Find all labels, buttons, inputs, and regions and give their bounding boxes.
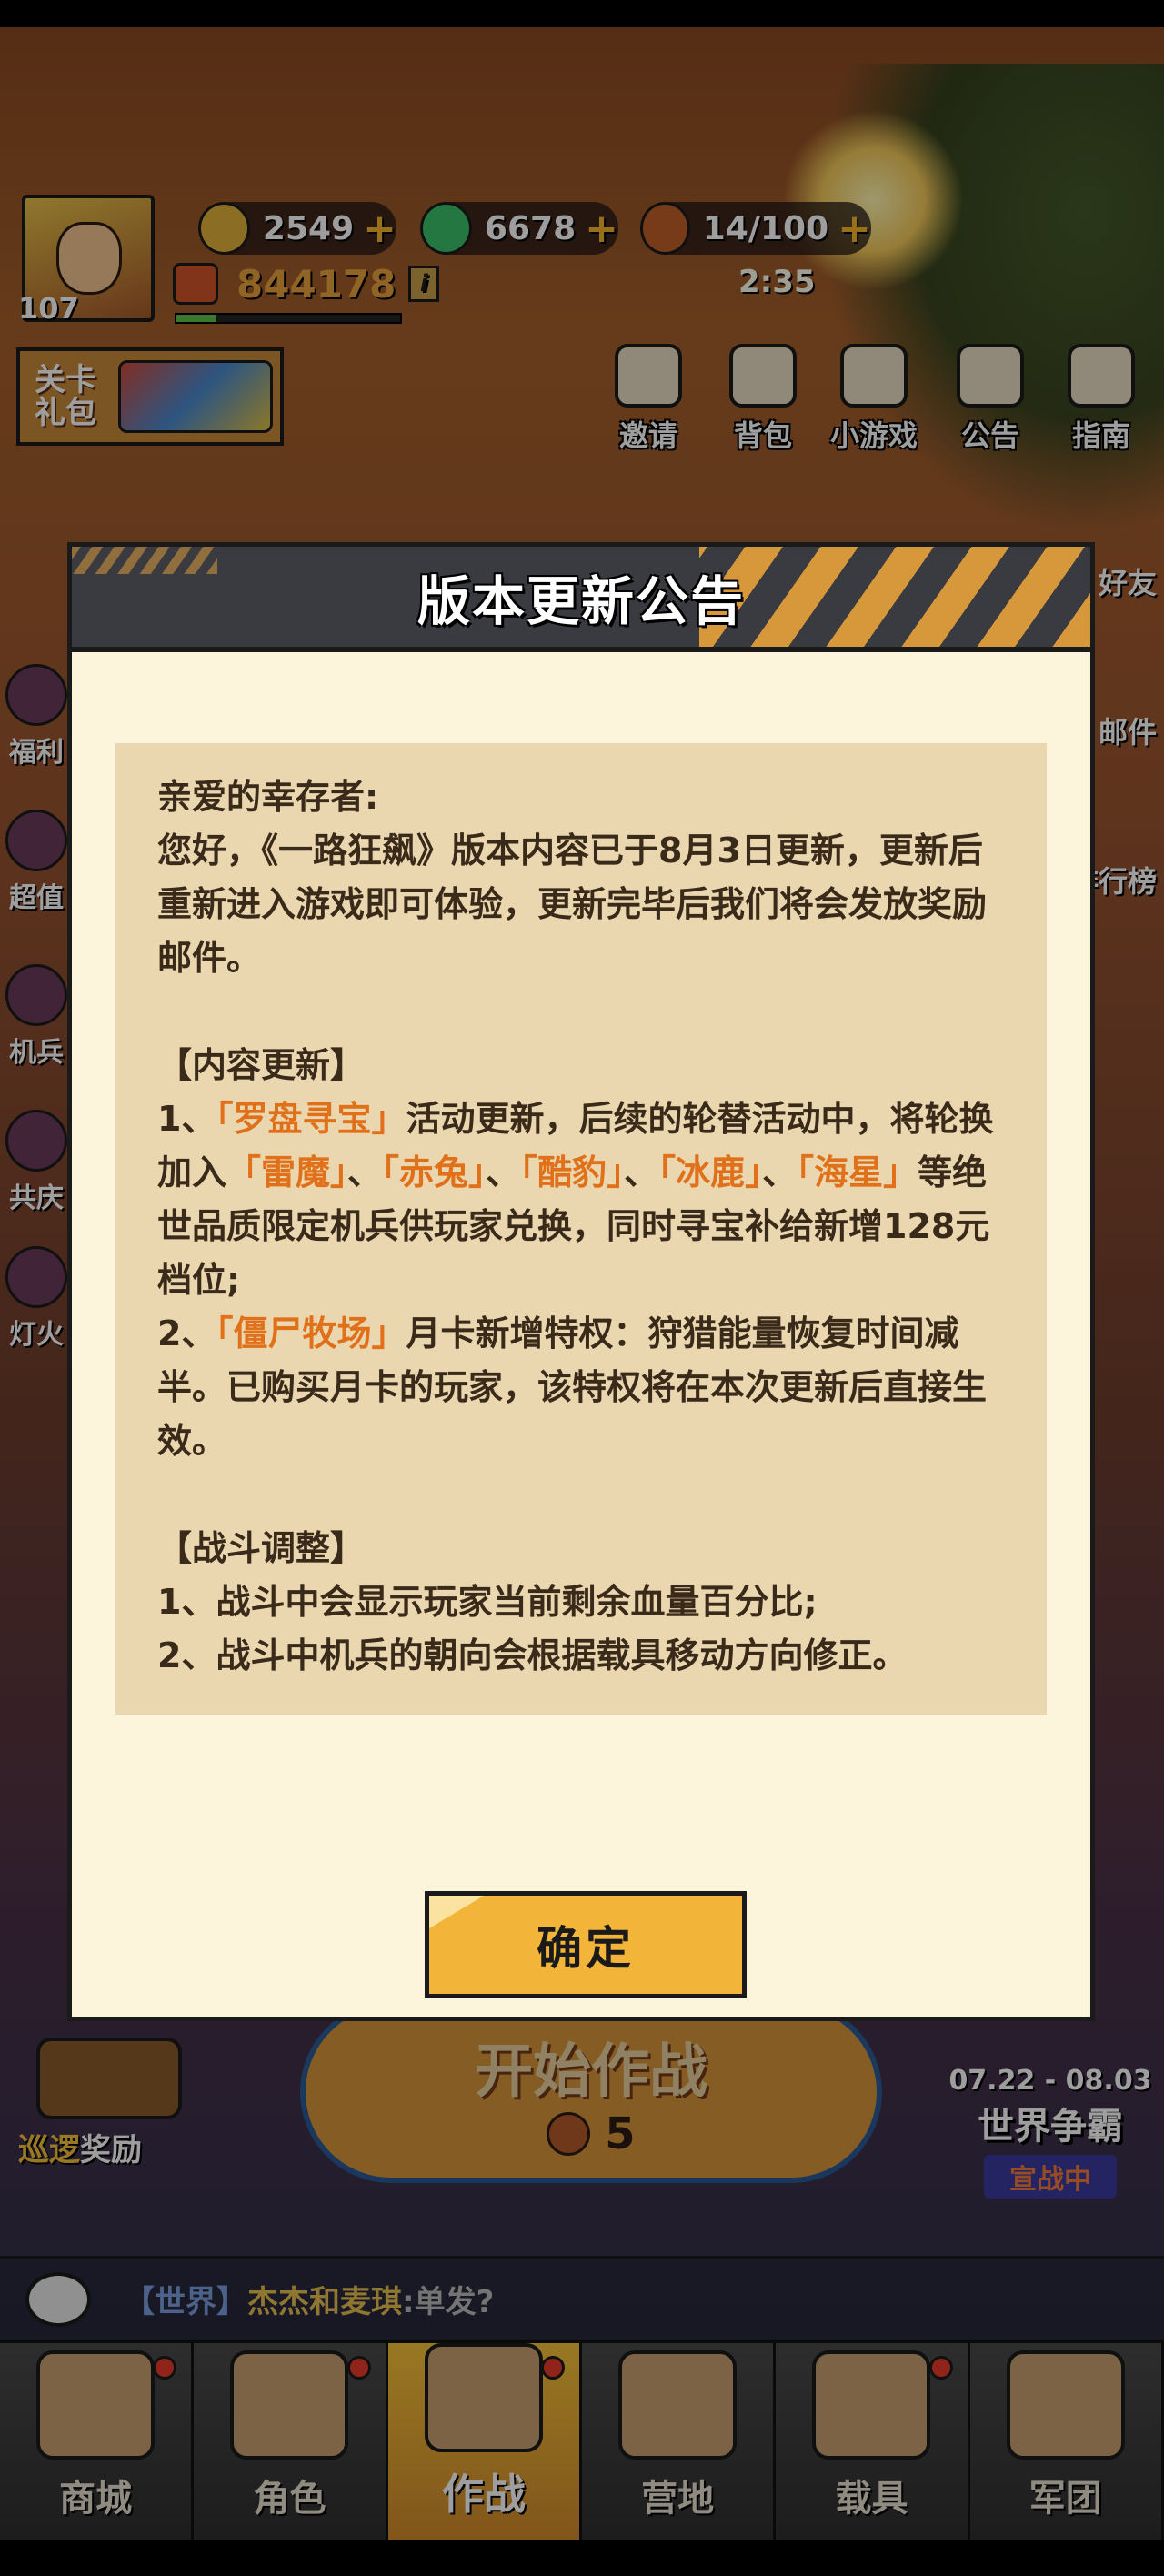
section-battle-adjust-title: 【战斗调整】 [157, 1528, 366, 1568]
status-bar [0, 0, 1164, 27]
game-screen: 107 2549 + 6678 + 14/100 + 2:35 844178 i… [0, 0, 1164, 2576]
notice-greeting: 亲爱的幸存者: [157, 777, 379, 817]
dialog-header: 版本更新公告 [67, 542, 1095, 651]
notice-item-3: 1、战斗中会显示玩家当前剩余血量百分比; [157, 1582, 818, 1622]
dialog-body: 亲爱的幸存者: 您好，《一路狂飙》版本内容已于8月3日更新，更新后重新进入游戏即… [67, 648, 1095, 2021]
notice-intro: 您好，《一路狂飙》版本内容已于8月3日更新，更新后重新进入游戏即可体验，更新完毕… [157, 830, 988, 978]
notice-content: 亲爱的幸存者: 您好，《一路狂飙》版本内容已于8月3日更新，更新后重新进入游戏即… [157, 770, 1005, 1683]
notice-content-box[interactable]: 亲爱的幸存者: 您好，《一路狂飙》版本内容已于8月3日更新，更新后重新进入游戏即… [115, 743, 1047, 1715]
system-nav-bar [0, 2540, 1164, 2576]
section-content-update-title: 【内容更新】 [157, 1045, 366, 1085]
notice-item-4: 2、战斗中机兵的朝向会根据载具移动方向修正。 [157, 1635, 908, 1675]
notice-item-1: 1、「罗盘寻宝」活动更新，后续的轮替活动中，将轮换加入「雷魔」、「赤兔」、「酷豹… [157, 1099, 994, 1300]
confirm-button[interactable]: 确定 [425, 1891, 747, 1998]
notice-item-2: 2、「僵尸牧场」月卡新增特权：狩猎能量恢复时间减半。已购买月卡的玩家，该特权将在… [157, 1313, 988, 1461]
update-notice-dialog: 版本更新公告 亲爱的幸存者: 您好，《一路狂飙》版本内容已于8月3日更新，更新后… [67, 542, 1095, 2027]
dialog-title: 版本更新公告 [416, 570, 745, 632]
confirm-button-label: 确定 [537, 1922, 635, 1975]
